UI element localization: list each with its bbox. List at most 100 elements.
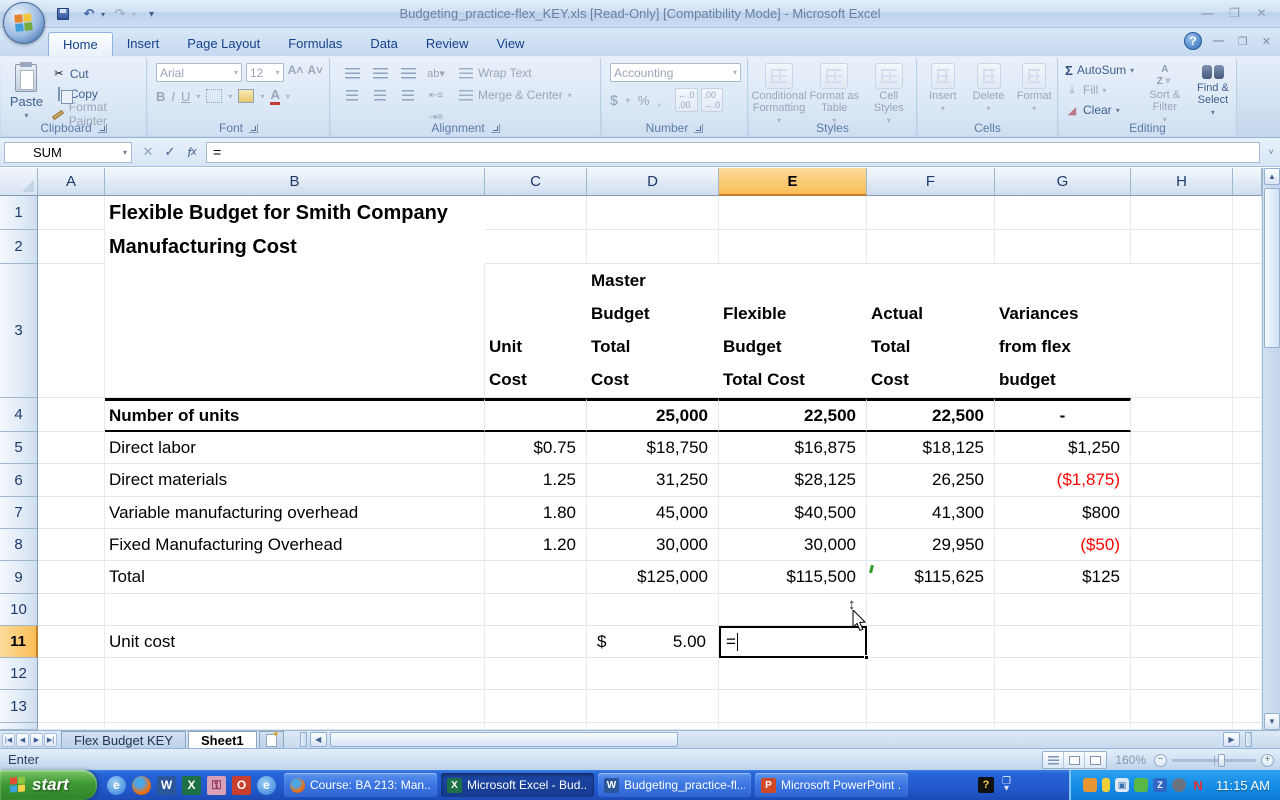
customize-qat-button[interactable]: ▾ [140,4,162,24]
tab-formulas[interactable]: Formulas [274,32,356,56]
cell-B9[interactable]: Total [105,561,485,594]
cell-H9[interactable] [1131,561,1233,594]
norton-tray-icon[interactable]: N [1191,778,1205,793]
cell-E12[interactable] [719,658,867,690]
undo-dropdown[interactable]: ▾ [101,10,105,19]
cell-G3[interactable]: Variances from flex budget [995,264,1131,398]
expand-formula-bar-icon[interactable]: ˅ [1262,147,1280,157]
cell-A5[interactable] [38,432,105,464]
save-button[interactable] [52,4,74,24]
update-tray-icon[interactable] [1134,778,1149,792]
cell-D13[interactable] [587,690,719,723]
cell-D6[interactable]: 31,250 [587,464,719,497]
cell-G13[interactable] [995,690,1131,723]
cell-H12[interactable] [1131,658,1233,690]
cell-F6[interactable]: 26,250 [867,464,995,497]
cell-D4[interactable]: 25,000 [587,398,719,432]
cell-A12[interactable] [38,658,105,690]
cell-G1[interactable] [995,196,1131,230]
cell-G9[interactable]: $125 [995,561,1131,594]
vertical-scrollbar[interactable]: ▲ ▼ [1262,168,1280,730]
cell-E5[interactable]: $16,875 [719,432,867,464]
cell-E3[interactable]: Flexible Budget Total Cost [719,264,867,398]
cell-x8[interactable] [1233,529,1262,561]
cell-E4[interactable]: 22,500 [719,398,867,432]
cell-F3[interactable]: Actual Total Cost [867,264,995,398]
column-header-F[interactable]: F [867,168,995,196]
cell-C5[interactable]: $0.75 [485,432,587,464]
cell-x5[interactable] [1233,432,1262,464]
grow-font-button[interactable]: A˄ [288,63,304,82]
column-header-D[interactable]: D [587,168,719,196]
cell-x10[interactable] [1233,594,1262,626]
tab-size-handle[interactable] [1245,732,1252,747]
fill-color-button[interactable] [238,89,255,103]
cell-C9[interactable] [485,561,587,594]
office-button[interactable] [3,2,45,44]
normal-view-button[interactable] [1043,752,1065,768]
cell-x9[interactable] [1233,561,1262,594]
volume-tray-icon[interactable] [1083,778,1098,792]
tab-view[interactable]: View [483,32,539,56]
zoom-track[interactable] [1172,753,1256,767]
workbook-minimize-button[interactable]: — [1210,35,1227,47]
number-dialog-launcher[interactable] [694,123,704,133]
format-painter-button[interactable]: Format Painter [52,100,142,128]
cell-E11[interactable]: = [719,626,869,660]
cell-E[interactable] [719,723,867,730]
align-right-button[interactable] [395,85,421,105]
cell-H10[interactable] [1131,594,1233,626]
align-center-button[interactable] [367,85,393,105]
help-icon[interactable]: ? [1183,32,1202,50]
cell-C2[interactable] [485,230,587,264]
cell-B[interactable] [105,723,485,730]
internet-explorer-icon[interactable]: e [107,775,126,795]
cell-x6[interactable] [1233,464,1262,497]
next-sheet-icon[interactable]: ▶ [30,732,43,747]
cell-H5[interactable] [1131,432,1233,464]
find-select-button[interactable]: Find & Select ▾ [1192,62,1234,126]
last-sheet-icon[interactable]: ▶| [44,732,57,747]
insert-function-button[interactable]: fx [182,142,202,162]
cell-B2[interactable]: Manufacturing Cost [105,230,313,264]
cell-E8[interactable]: 30,000 [719,529,867,561]
row-header-5[interactable]: 5 [0,432,38,464]
cell-E7[interactable]: $40,500 [719,497,867,529]
delete-cells-button[interactable]: Delete ▾ [968,61,1010,115]
merge-center-button[interactable]: Merge & Center ▾ [459,88,572,102]
cell-G12[interactable] [995,658,1131,690]
row-header-6[interactable]: 6 [0,464,38,497]
decrease-decimal-button[interactable]: .00 →.0 [700,88,724,112]
cell-C4[interactable] [485,398,587,432]
cell-A6[interactable] [38,464,105,497]
task-button-excel[interactable]: X Microsoft Excel - Bud... [441,773,594,797]
cell-F13[interactable] [867,690,995,723]
first-sheet-icon[interactable]: |◀ [2,732,15,747]
font-dialog-launcher[interactable] [249,123,258,133]
scroll-right-icon[interactable]: ▶ [1223,732,1240,747]
cell-H[interactable] [1131,723,1233,730]
cell-A3[interactable] [38,264,105,398]
horizontal-scrollbar[interactable]: ◀ ▶ [288,731,1280,748]
cell-x12[interactable] [1233,658,1262,690]
cell-B11[interactable]: Unit cost [105,626,485,658]
cell-B3[interactable] [105,264,485,398]
task-button-firefox[interactable]: Course: BA 213: Man... [284,773,437,797]
cell-H11[interactable] [1131,626,1233,658]
cell-G11[interactable] [995,626,1131,658]
cell-D5[interactable]: $18,750 [587,432,719,464]
align-left-button[interactable] [339,85,365,105]
cell-D9[interactable]: $125,000 [587,561,719,594]
sort-filter-button[interactable]: A Z▼ Sort & Filter ▾ [1144,62,1186,126]
column-header-stub[interactable] [1233,168,1262,196]
cell-C12[interactable] [485,658,587,690]
cell-A1[interactable] [38,196,105,230]
align-bottom-button[interactable] [395,63,421,83]
cell-x3[interactable] [1233,264,1262,398]
cell-C10[interactable] [485,594,587,626]
cell-F12[interactable] [867,658,995,690]
fill-handle[interactable] [864,655,869,660]
cell-C[interactable] [485,723,587,730]
cell-B8[interactable]: Fixed Manufacturing Overhead [105,529,485,561]
row-header-8[interactable]: 8 [0,529,38,561]
